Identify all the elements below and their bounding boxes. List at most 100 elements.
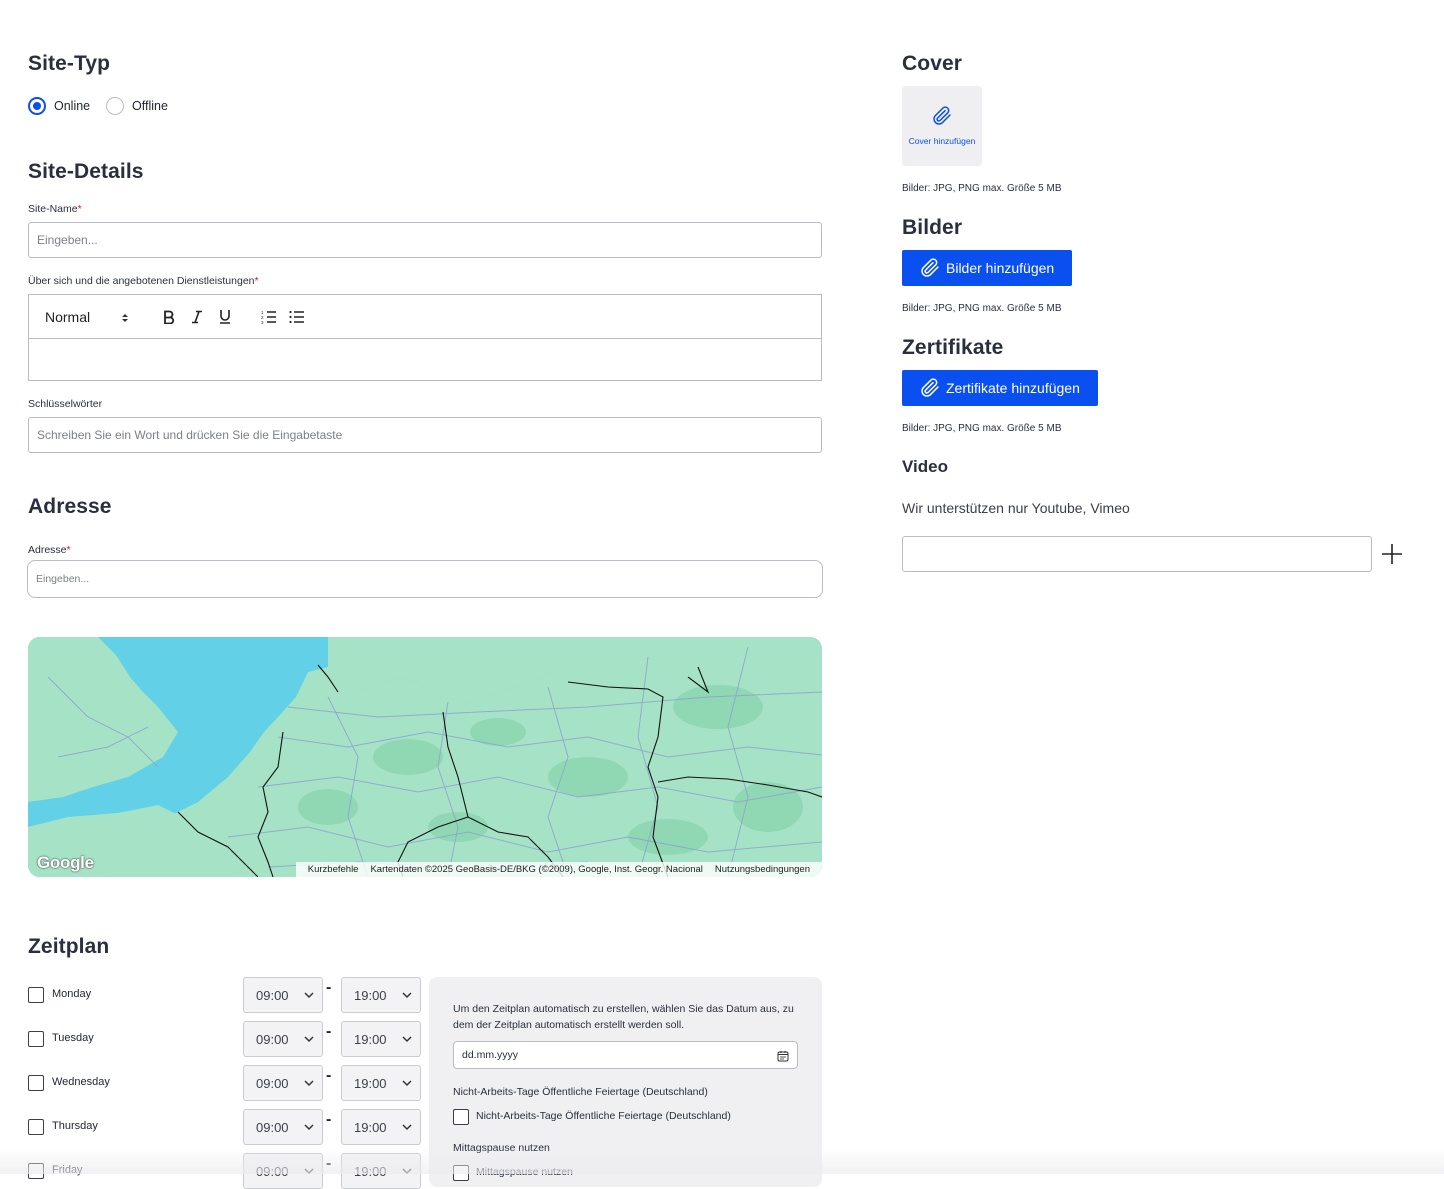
day-label: Tuesday bbox=[52, 1032, 94, 1044]
style-select-value: Normal bbox=[45, 308, 91, 325]
schedule-title: Zeitplan bbox=[28, 935, 110, 958]
map-terms-link[interactable]: Nutzungsbedingungen bbox=[709, 864, 816, 875]
bold-icon bbox=[164, 310, 175, 324]
radio-online-indicator[interactable] bbox=[28, 97, 46, 115]
address-title: Adresse bbox=[28, 495, 112, 518]
radio-online-label: Online bbox=[54, 99, 91, 113]
day-label: Friday bbox=[52, 1164, 83, 1176]
day-checkbox[interactable] bbox=[28, 1031, 44, 1047]
time-separator: - bbox=[326, 1155, 332, 1172]
video-title: Video bbox=[902, 457, 948, 476]
day-checkbox[interactable] bbox=[28, 1163, 44, 1179]
day-label: Monday bbox=[52, 988, 92, 1000]
chevron-down-icon bbox=[304, 1080, 314, 1087]
start-time-value: 09:00 bbox=[256, 1163, 289, 1179]
end-time-select[interactable]: 19:00 bbox=[341, 1109, 421, 1145]
time-separator: - bbox=[326, 979, 332, 996]
chevron-down-icon bbox=[402, 1080, 412, 1087]
style-select[interactable]: Normal bbox=[45, 295, 135, 338]
time-separator: - bbox=[326, 1111, 332, 1128]
time-separator: - bbox=[326, 1067, 332, 1084]
paperclip-icon bbox=[921, 378, 939, 397]
day-checkbox[interactable] bbox=[28, 1119, 44, 1135]
add-cover-label: Cover hinzufügen bbox=[908, 136, 976, 146]
start-time-value: 09:00 bbox=[256, 987, 289, 1003]
day-checkbox[interactable] bbox=[28, 1075, 44, 1091]
start-time-select[interactable]: 09:00 bbox=[243, 1153, 323, 1189]
map[interactable]: Google Kurzbefehle Kartendaten ©2025 Geo… bbox=[28, 637, 822, 877]
ordered-list-button[interactable]: 123 bbox=[258, 295, 278, 338]
video-url-input[interactable] bbox=[902, 536, 1372, 572]
start-time-select[interactable]: 09:00 bbox=[243, 1065, 323, 1101]
auto-schedule-text: Um den Zeitplan automatisch zu erstellen… bbox=[453, 1003, 794, 1031]
chevron-down-icon bbox=[304, 1168, 314, 1175]
end-time-select[interactable]: 19:00 bbox=[341, 1153, 421, 1189]
add-cover-button[interactable]: Cover hinzufügen bbox=[902, 86, 982, 166]
start-time-select[interactable]: 09:00 bbox=[243, 977, 323, 1013]
bullet-list-icon bbox=[288, 310, 304, 323]
paperclip-icon bbox=[933, 106, 951, 125]
images-title: Bilder bbox=[902, 216, 963, 239]
end-time-value: 19:00 bbox=[354, 1075, 387, 1091]
chevron-down-icon bbox=[304, 992, 314, 999]
time-separator: - bbox=[326, 1023, 332, 1040]
radio-offline[interactable]: Offline bbox=[106, 97, 168, 115]
bold-button[interactable] bbox=[159, 295, 179, 338]
about-label: Über sich und die angebotenen Dienstleis… bbox=[28, 275, 259, 287]
keywords-label: Schlüsselwörter bbox=[28, 398, 103, 410]
site-type-title: Site-Typ bbox=[28, 52, 111, 75]
lunch-title: Mittagspause nutzen bbox=[453, 1142, 550, 1154]
site-name-input[interactable] bbox=[28, 222, 822, 258]
cover-title: Cover bbox=[902, 52, 963, 75]
radio-online[interactable]: Online bbox=[28, 97, 90, 115]
day-checkbox[interactable] bbox=[28, 987, 44, 1003]
radio-offline-indicator[interactable] bbox=[106, 97, 124, 115]
map-terrain bbox=[28, 637, 822, 877]
holidays-title: Nicht-Arbeits-Tage Öffentliche Feiertage… bbox=[453, 1086, 708, 1098]
start-time-value: 09:00 bbox=[256, 1075, 289, 1091]
chevron-down-icon bbox=[402, 1036, 412, 1043]
bullet-list-button[interactable] bbox=[286, 295, 306, 338]
end-time-select[interactable]: 19:00 bbox=[341, 977, 421, 1013]
chevron-down-icon bbox=[304, 1124, 314, 1131]
italic-button[interactable] bbox=[187, 295, 207, 338]
cover-hint: Bilder: JPG, PNG max. Größe 5 MB bbox=[902, 183, 1062, 194]
chevron-down-icon bbox=[402, 1168, 412, 1175]
add-images-button[interactable]: Bilder hinzufügen bbox=[902, 250, 1072, 286]
end-time-select[interactable]: 19:00 bbox=[341, 1065, 421, 1101]
address-input[interactable] bbox=[27, 560, 823, 598]
chevron-down-icon bbox=[304, 1036, 314, 1043]
svg-text:3: 3 bbox=[261, 320, 264, 324]
holidays-checkbox[interactable] bbox=[453, 1109, 469, 1125]
date-input[interactable]: dd.mm.yyyy bbox=[453, 1041, 798, 1069]
video-subtitle: Wir unterstützen nur Youtube, Vimeo bbox=[902, 500, 1130, 516]
calendar-icon[interactable] bbox=[777, 1050, 789, 1062]
keywords-input[interactable] bbox=[28, 417, 822, 453]
start-time-value: 09:00 bbox=[256, 1119, 289, 1135]
map-footer: Kurzbefehle Kartendaten ©2025 GeoBasis-D… bbox=[295, 862, 822, 877]
holidays-checkbox-label: Nicht-Arbeits-Tage Öffentliche Feiertage… bbox=[476, 1110, 731, 1122]
radio-offline-label: Offline bbox=[132, 99, 168, 113]
italic-icon bbox=[192, 310, 202, 323]
chevron-down-icon bbox=[402, 1124, 412, 1131]
site-name-label: Site-Name* bbox=[28, 203, 82, 215]
end-time-select[interactable]: 19:00 bbox=[341, 1021, 421, 1057]
lunch-checkbox[interactable] bbox=[453, 1165, 469, 1181]
add-certificates-button[interactable]: Zertifikate hinzufügen bbox=[902, 370, 1098, 406]
map-attribution: Kartendaten ©2025 GeoBasis-DE/BKG (©2009… bbox=[370, 864, 703, 875]
day-label: Thursday bbox=[52, 1120, 98, 1132]
plus-icon[interactable] bbox=[1381, 543, 1403, 565]
start-time-select[interactable]: 09:00 bbox=[243, 1109, 323, 1145]
end-time-value: 19:00 bbox=[354, 987, 387, 1003]
rich-text-editor: Normal 123 bbox=[28, 294, 822, 381]
add-images-label: Bilder hinzufügen bbox=[946, 260, 1055, 276]
editor-body[interactable] bbox=[29, 339, 821, 381]
certificates-hint: Bilder: JPG, PNG max. Größe 5 MB bbox=[902, 423, 1062, 434]
underline-icon bbox=[220, 310, 230, 324]
images-hint: Bilder: JPG, PNG max. Größe 5 MB bbox=[902, 303, 1062, 314]
start-time-select[interactable]: 09:00 bbox=[243, 1021, 323, 1057]
editor-toolbar: Normal 123 bbox=[29, 295, 821, 339]
site-details-title: Site-Details bbox=[28, 160, 144, 183]
underline-button[interactable] bbox=[215, 295, 235, 338]
map-shortcuts-link[interactable]: Kurzbefehle bbox=[302, 864, 365, 875]
